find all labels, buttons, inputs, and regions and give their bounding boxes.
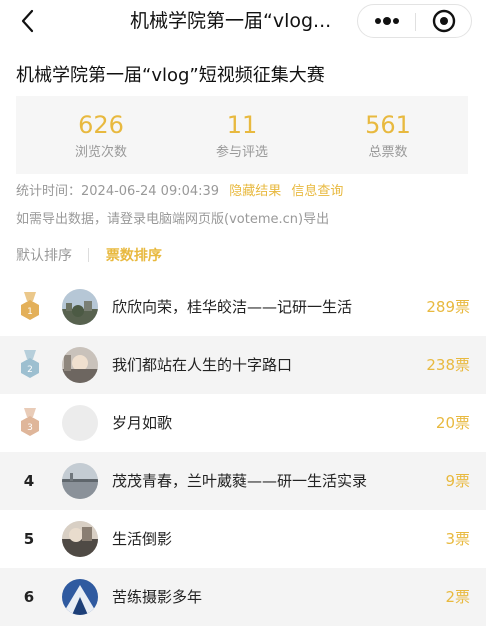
stats-time-line: 统计时间：2024-06-24 09:04:39 隐藏结果 信息查询 [16,183,343,201]
stat-value: 561 [365,111,411,139]
entry-votes: 9票 [445,472,470,490]
entry-title: 茂茂青春，兰叶葳蕤——研一生活实录 [112,472,368,490]
bronze-medal-icon: 3 [21,408,39,436]
list-item[interactable]: 1 欣欣向荣，桂华皎洁——记研一生活 289票 [0,278,486,336]
entry-rank: 5 [23,530,35,548]
sort-default-tab[interactable]: 默认排序 [16,248,72,264]
avatar [62,405,98,441]
list-item[interactable]: 5 生活倒影 3票 [0,510,486,568]
sort-by-votes-tab[interactable]: 票数排序 [106,248,162,264]
info-query-link[interactable]: 信息查询 [291,184,343,199]
more-button[interactable] [358,5,415,37]
gold-medal-icon: 1 [21,292,39,320]
hide-results-link[interactable]: 隐藏结果 [229,184,281,199]
entry-title: 岁月如歌 [112,414,173,432]
svg-text:2: 2 [27,365,33,375]
entry-votes: 289票 [426,298,470,316]
entry-rank: 4 [23,472,35,490]
entry-title: 苦练摄影多年 [112,588,203,606]
avatar [62,579,98,615]
avatar [62,289,98,325]
stat-label: 参与评选 [215,145,268,160]
nav-title: 机械学院第一届“vlog... [130,10,332,32]
stat-total-votes: 561 总票数 [313,96,463,174]
stat-views: 626 浏览次数 [26,96,176,174]
stat-value: 626 [78,111,124,139]
close-button[interactable] [416,5,472,37]
list-item[interactable]: 4 茂茂青春，兰叶葳蕤——研一生活实录 9票 [0,452,486,510]
sort-divider [88,248,90,262]
entry-title: 我们都站在人生的十字路口 [112,356,293,374]
more-dots-icon [375,17,399,25]
list-item[interactable]: 3 岁月如歌 20票 [0,394,486,452]
chevron-left-icon [21,9,34,33]
stat-value: 11 [226,111,258,139]
stat-participants: 11 参与评选 [167,96,317,174]
silver-medal-icon: 2 [21,350,39,378]
entry-title: 生活倒影 [112,530,173,548]
avatar [62,521,98,557]
stat-label: 总票数 [368,145,408,160]
entry-rank: 6 [23,588,35,606]
target-close-icon [432,9,456,33]
entry-title: 欣欣向荣，桂华皎洁——记研一生活 [112,298,353,316]
svg-text:3: 3 [27,423,33,433]
entry-votes: 3票 [445,530,470,548]
svg-text:1: 1 [27,307,33,317]
nav-bar: 机械学院第一届“vlog... [0,0,486,44]
mini-program-capsule [357,4,472,38]
sort-tabs: 默认排序 票数排序 [16,246,162,266]
entry-votes: 2票 [445,588,470,606]
list-item[interactable]: 6 苦练摄影多年 2票 [0,568,486,626]
page-title: 机械学院第一届“vlog”短视频征集大赛 [16,65,325,86]
entry-votes: 20票 [435,414,470,432]
back-button[interactable] [14,6,44,36]
stats-panel: 626 浏览次数 11 参与评选 561 总票数 [16,96,468,174]
stat-label: 浏览次数 [74,145,127,160]
export-hint: 如需导出数据，请登录电脑端网页版(voteme.cn)导出 [16,212,330,227]
list-item[interactable]: 2 我们都站在人生的十字路口 238票 [0,336,486,394]
avatar [62,463,98,499]
entry-votes: 238票 [426,356,470,374]
avatar [62,347,98,383]
stats-time: 统计时间：2024-06-24 09:04:39 [16,184,220,199]
